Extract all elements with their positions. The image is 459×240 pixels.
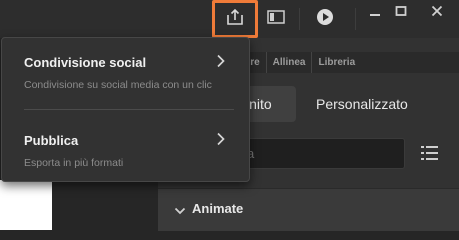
menu-item-title: Pubblica — [24, 133, 79, 148]
panel-toggle-icon — [267, 9, 285, 29]
tab-libreria[interactable]: Libreria — [312, 52, 361, 73]
maximize-icon — [395, 4, 407, 22]
chevron-right-icon — [216, 132, 226, 151]
menu-item-title: Condivisione social — [24, 55, 147, 70]
chevron-right-icon — [216, 54, 226, 73]
search-input[interactable] — [247, 139, 397, 168]
share-button[interactable] — [212, 0, 258, 38]
share-menu: Condivisione social Condivisione su soci… — [1, 37, 250, 182]
panel-toggle-button[interactable] — [262, 6, 290, 32]
stage-canvas[interactable] — [0, 180, 52, 230]
chevron-down-icon — [174, 203, 186, 221]
minimize-icon — [369, 4, 381, 22]
preset-custom-button[interactable]: Personalizzato — [316, 86, 416, 122]
close-icon — [431, 4, 443, 22]
tab-allinea[interactable]: Allinea — [267, 52, 313, 73]
share-export-icon — [226, 8, 244, 31]
play-icon — [316, 8, 334, 31]
maximize-button[interactable] — [386, 0, 416, 26]
play-button[interactable] — [311, 6, 339, 32]
menu-item-social-sharing[interactable]: Condivisione social Condivisione su soci… — [2, 38, 249, 91]
menu-item-subtitle: Esporta in più formati — [24, 157, 124, 169]
menu-item-publish[interactable]: Pubblica Esporta in più formati — [2, 116, 249, 169]
list-view-icon — [420, 146, 440, 166]
toolbar-divider — [355, 8, 356, 30]
menu-divider — [24, 109, 234, 110]
menu-item-subtitle: Condivisione su social media con un clic — [24, 79, 212, 91]
animate-section-label: Animate — [192, 201, 244, 216]
close-button[interactable] — [422, 0, 452, 26]
toolbar-divider — [299, 8, 300, 30]
title-bar — [0, 0, 459, 38]
list-view-button[interactable] — [420, 144, 440, 162]
animate-section-header[interactable]: Animate — [158, 188, 459, 231]
